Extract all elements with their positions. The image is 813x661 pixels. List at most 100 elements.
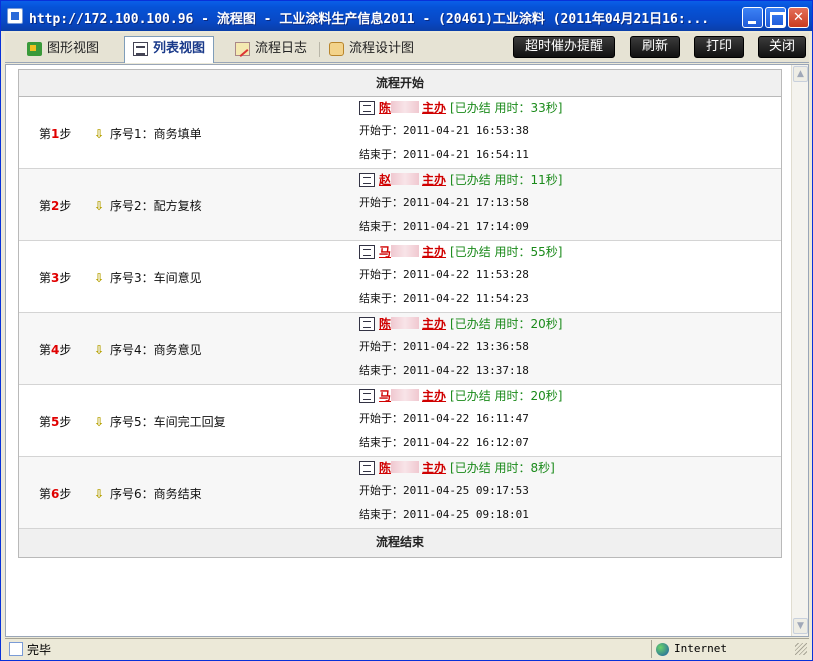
flow-table: 流程开始 第1步 ⇩ 序号1：商务填单 陈主办 [已办结 用时：33秒] 开始于：2… — [18, 69, 782, 558]
design-icon — [329, 42, 344, 56]
step-status: [已办结 用时：11秒] — [450, 173, 563, 187]
tab-flow-log-label: 流程日志 — [255, 41, 308, 56]
handler-role[interactable]: 主办 — [422, 173, 446, 187]
step-status: [已办结 用时：20秒] — [450, 317, 563, 331]
arrow-down-icon: ⇩ — [94, 199, 105, 213]
step-start-time: 开始于：2011-04-21 17:13:58 — [359, 196, 529, 209]
title-bar: http://172.100.100.96 - 流程图 - 工业涂料生产信息20… — [1, 1, 812, 31]
tab-graph-view-label: 图形视图 — [47, 41, 100, 56]
window-title: http://172.100.100.96 - 流程图 - 工业涂料生产信息20… — [29, 12, 710, 27]
flow-step-row: 第1步 ⇩ 序号1：商务填单 陈 主办 [已办结 用时：33秒] 开始于：2011-0… — [19, 97, 781, 169]
step-end-time: 结束于：2011-04-22 13:37:18 — [359, 364, 529, 377]
handler-role[interactable]: 主办 — [422, 389, 446, 403]
graph-view-icon — [27, 42, 42, 56]
step-end-time: 结束于：2011-04-21 16:54:11 — [359, 148, 529, 161]
handler-name-link[interactable]: 马 — [379, 389, 391, 403]
resize-grip[interactable] — [795, 643, 807, 655]
ie-page-icon — [7, 8, 23, 24]
close-button[interactable]: 关闭 — [758, 36, 806, 58]
step-start-time: 开始于：2011-04-22 16:11:47 — [359, 412, 529, 425]
step-end-time: 结束于：2011-04-22 11:54:23 — [359, 292, 529, 305]
step-status: [已办结 用时：55秒] — [450, 245, 563, 259]
document-edit-icon — [359, 461, 375, 475]
tab-flow-design[interactable]: 流程设计图 — [321, 37, 422, 62]
arrow-down-icon: ⇩ — [94, 127, 105, 141]
step-sequence: ⇩ 序号1：商务填单 — [94, 127, 202, 141]
timeout-remind-button[interactable]: 超时催办提醒 — [513, 36, 615, 58]
step-end-time: 结束于：2011-04-21 17:14:09 — [359, 220, 529, 233]
close-window-button[interactable]: ✕ — [788, 7, 809, 28]
step-sequence: ⇩ 序号6：商务结束 — [94, 487, 202, 501]
handler-name-link[interactable]: 陈 — [379, 101, 391, 115]
document-edit-icon — [359, 389, 375, 403]
document-edit-icon — [359, 317, 375, 331]
flow-step-row: 第5步 ⇩ 序号5：车间完工回复 马 主办 [已办结 用时：20秒] 开始于：2011… — [19, 385, 781, 457]
refresh-button[interactable]: 刷新 — [630, 36, 680, 58]
step-status: [已办结 用时：8秒] — [450, 461, 555, 475]
log-icon — [235, 42, 250, 56]
vertical-scrollbar[interactable]: ▲ ▼ — [791, 65, 808, 636]
redacted-name — [391, 317, 420, 329]
tab-divider — [319, 42, 320, 57]
redacted-name — [391, 245, 420, 257]
arrow-down-icon: ⇩ — [94, 487, 105, 501]
zone-label: Internet — [674, 642, 727, 655]
print-button[interactable]: 打印 — [694, 36, 744, 58]
status-text: 完毕 — [27, 643, 52, 657]
tab-list-view-label: 列表视图 — [153, 41, 206, 56]
step-number: 第3步 — [39, 271, 72, 285]
tab-list-view[interactable]: 列表视图 — [124, 36, 215, 63]
tab-flow-log[interactable]: 流程日志 — [227, 37, 315, 62]
arrow-down-icon: ⇩ — [94, 415, 105, 429]
maximize-button[interactable] — [765, 7, 786, 28]
step-handler[interactable]: 赵 主办 [已办结 用时：11秒] — [359, 171, 562, 188]
content-area: 流程开始 第1步 ⇩ 序号1：商务填单 陈主办 [已办结 用时：33秒] 开始于：2… — [5, 64, 809, 637]
step-sequence: ⇩ 序号2：配方复核 — [94, 199, 202, 213]
step-number: 第6步 — [39, 487, 72, 501]
status-bar: 完毕 Internet — [5, 638, 809, 658]
step-end-time: 结束于：2011-04-25 09:18:01 — [359, 508, 529, 521]
handler-role[interactable]: 主办 — [422, 245, 446, 259]
redacted-name — [391, 461, 420, 473]
handler-name-link[interactable]: 马 — [379, 245, 391, 259]
step-number: 第2步 — [39, 199, 72, 213]
flow-step-row: 第3步 ⇩ 序号3：车间意见 马 主办 [已办结 用时：55秒] 开始于：2011-0… — [19, 241, 781, 313]
step-sequence: ⇩ 序号4：商务意见 — [94, 343, 202, 357]
arrow-down-icon: ⇩ — [94, 271, 105, 285]
step-number: 第5步 — [39, 415, 72, 429]
flow-step-row: 第4步 ⇩ 序号4：商务意见 陈 主办 [已办结 用时：20秒] 开始于：2011-0… — [19, 313, 781, 385]
browser-window: http://172.100.100.96 - 流程图 - 工业涂料生产信息20… — [0, 0, 813, 661]
handler-name-link[interactable]: 陈 — [379, 317, 391, 331]
step-handler[interactable]: 陈 主办 [已办结 用时：8秒] — [359, 459, 555, 476]
handler-role[interactable]: 主办 — [422, 101, 446, 115]
handler-name-link[interactable]: 陈 — [379, 461, 391, 475]
step-end-time: 结束于：2011-04-22 16:12:07 — [359, 436, 529, 449]
tab-flow-design-label: 流程设计图 — [349, 41, 415, 56]
step-status: [已办结 用时：33秒] — [450, 101, 563, 115]
step-start-time: 开始于：2011-04-22 11:53:28 — [359, 268, 529, 281]
scroll-up-arrow-icon[interactable]: ▲ — [793, 66, 808, 82]
document-edit-icon — [359, 101, 375, 115]
flow-start-header: 流程开始 — [19, 70, 781, 97]
step-sequence: ⇩ 序号5：车间完工回复 — [94, 415, 226, 429]
step-handler[interactable]: 马 主办 [已办结 用时：20秒] — [359, 387, 562, 404]
document-edit-icon — [359, 173, 375, 187]
redacted-name — [391, 101, 420, 113]
minimize-button[interactable] — [742, 7, 763, 28]
scroll-down-arrow-icon[interactable]: ▼ — [793, 618, 808, 634]
tab-graph-view[interactable]: 图形视图 — [19, 37, 107, 62]
step-status: [已办结 用时：20秒] — [450, 389, 563, 403]
handler-role[interactable]: 主办 — [422, 317, 446, 331]
step-sequence: ⇩ 序号3：车间意见 — [94, 271, 202, 285]
handler-role[interactable]: 主办 — [422, 461, 446, 475]
step-handler[interactable]: 马 主办 [已办结 用时：55秒] — [359, 243, 562, 260]
step-start-time: 开始于：2011-04-21 16:53:38 — [359, 124, 529, 137]
flow-step-row: 第2步 ⇩ 序号2：配方复核 赵 主办 [已办结 用时：11秒] 开始于：2011-0… — [19, 169, 781, 241]
step-handler[interactable]: 陈 主办 [已办结 用时：20秒] — [359, 315, 562, 332]
step-handler[interactable]: 陈 主办 [已办结 用时：33秒] — [359, 99, 562, 116]
handler-name-link[interactable]: 赵 — [379, 173, 391, 187]
step-number: 第4步 — [39, 343, 72, 357]
globe-icon — [656, 643, 669, 656]
document-edit-icon — [359, 245, 375, 259]
step-start-time: 开始于：2011-04-22 13:36:58 — [359, 340, 529, 353]
